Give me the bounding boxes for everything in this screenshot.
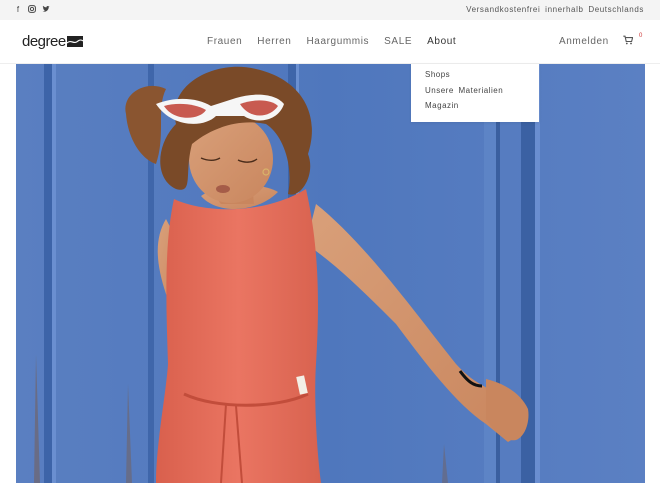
login-link[interactable]: Anmelden xyxy=(559,36,609,47)
menu-item-shops[interactable]: Shops xyxy=(425,67,525,83)
shipping-note: Versandkostenfrei innerhalb Deutschlands xyxy=(466,5,644,14)
svg-text:degree: degree xyxy=(22,33,66,50)
main-nav: Frauen Herren Haargummis SALE About xyxy=(207,36,456,47)
about-dropdown-menu: Shops Unsere Materialien Magazin xyxy=(411,64,539,122)
cart-button[interactable]: 0 xyxy=(623,33,643,45)
top-bar: f Versandkostenfrei innerhalb Deutschlan… xyxy=(0,0,660,20)
nav-haargummis[interactable]: Haargummis xyxy=(306,36,369,47)
nav-about[interactable]: About xyxy=(427,36,456,47)
twitter-icon[interactable] xyxy=(42,5,50,14)
logo[interactable]: degree xyxy=(22,31,84,53)
instagram-icon[interactable] xyxy=(28,5,36,14)
nav-herren[interactable]: Herren xyxy=(257,36,291,47)
nav-frauen[interactable]: Frauen xyxy=(207,36,242,47)
social-links: f xyxy=(14,5,50,14)
nav-sale[interactable]: SALE xyxy=(384,36,412,47)
cart-icon xyxy=(623,35,633,45)
facebook-icon[interactable]: f xyxy=(14,5,22,14)
hero-image xyxy=(16,64,645,483)
menu-item-materials[interactable]: Unsere Materialien xyxy=(425,83,525,99)
site-header: degree Frauen Herren Haargummis SALE Abo… xyxy=(0,20,660,64)
cart-count: 0 xyxy=(639,33,643,39)
menu-item-magazine[interactable]: Magazin xyxy=(425,98,525,114)
